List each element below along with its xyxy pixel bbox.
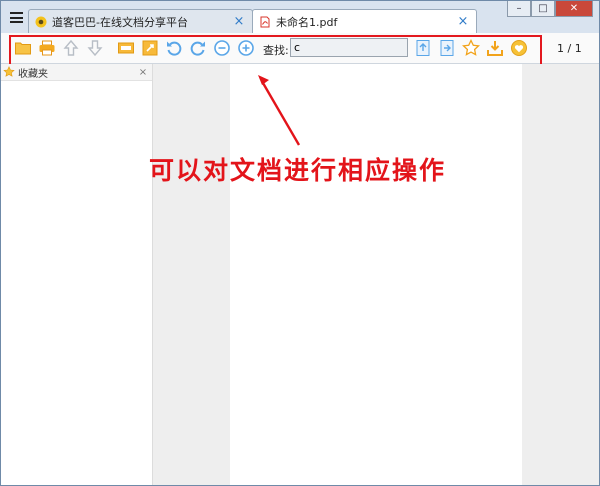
title-bar: 道客巴巴-在线文档分享平台 × 未命名1.pdf × – □ ✕ (1, 1, 599, 33)
find-prev-icon[interactable] (414, 39, 432, 57)
favorites-close-icon[interactable]: × (138, 67, 148, 78)
download-icon[interactable] (486, 39, 504, 57)
prev-page-icon[interactable] (62, 39, 80, 57)
pdf-toolbar: 查找: 1 / 1 (1, 33, 599, 68)
tab-docin[interactable]: 道客巴巴-在线文档分享平台 × (28, 9, 253, 33)
tab-close-icon[interactable]: × (456, 14, 470, 29)
fit-page-icon[interactable] (141, 39, 159, 57)
favorite-star-icon[interactable] (462, 39, 480, 57)
tab-close-icon[interactable]: × (232, 14, 246, 29)
pdf-file-icon (260, 16, 270, 27)
hamburger-menu-icon[interactable] (10, 12, 23, 23)
red-arrow-icon (258, 75, 301, 146)
favorites-title: 收藏夹 (18, 68, 48, 80)
favorites-header: 收藏夹 × (1, 64, 152, 81)
maximize-button[interactable]: □ (531, 1, 555, 17)
rotate-right-icon[interactable] (189, 39, 207, 57)
app-window: 道客巴巴-在线文档分享平台 × 未命名1.pdf × – □ ✕ 查找: c 1… (0, 0, 600, 486)
tab-label: 道客巴巴-在线文档分享平台 (52, 15, 188, 29)
fit-width-icon[interactable] (117, 39, 135, 57)
page-indicator: 1 / 1 (557, 42, 582, 55)
open-folder-icon[interactable] (14, 39, 32, 57)
find-input[interactable] (290, 38, 408, 57)
heart-icon[interactable] (510, 39, 528, 57)
document-view[interactable] (153, 64, 599, 485)
print-icon[interactable] (38, 39, 56, 57)
tab-pdf[interactable]: 未命名1.pdf × (252, 9, 477, 33)
tab-label: 未命名1.pdf (276, 15, 338, 29)
rotate-left-icon[interactable] (165, 39, 183, 57)
annotation-text: 可以对文档进行相应操作 (149, 156, 447, 185)
zoom-in-icon[interactable] (237, 39, 255, 57)
docin-logo-icon (35, 16, 47, 27)
favorites-panel: 收藏夹 × (1, 64, 153, 485)
window-controls: – □ ✕ (507, 1, 593, 17)
zoom-out-icon[interactable] (213, 39, 231, 57)
minimize-button[interactable]: – (507, 1, 531, 17)
next-page-icon[interactable] (86, 39, 104, 57)
find-label: 查找: (263, 44, 289, 57)
close-button[interactable]: ✕ (555, 1, 593, 17)
find-next-icon[interactable] (438, 39, 456, 57)
favorites-star-icon (3, 66, 15, 77)
